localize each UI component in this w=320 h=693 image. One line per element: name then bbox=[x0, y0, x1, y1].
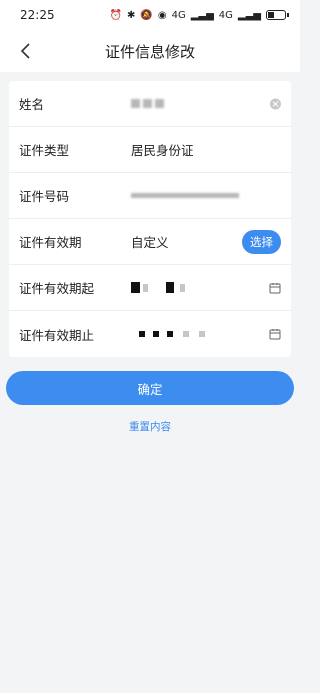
row-label: 姓名 bbox=[19, 97, 45, 112]
id-number-input[interactable] bbox=[131, 193, 281, 198]
back-button[interactable] bbox=[16, 42, 34, 60]
bluetooth-icon: ✱ bbox=[127, 9, 136, 21]
nav-bar: 证件信息修改 bbox=[0, 30, 300, 72]
row-id-type[interactable]: 证件类型 居民身份证 bbox=[9, 127, 291, 173]
row-validity-end[interactable]: 证件有效期止 bbox=[9, 311, 291, 357]
row-id-number[interactable]: 证件号码 bbox=[9, 173, 291, 219]
battery-icon bbox=[266, 10, 289, 20]
choose-button[interactable]: 选择 bbox=[242, 229, 281, 254]
row-label: 证件有效期起 bbox=[19, 281, 95, 296]
clear-icon[interactable] bbox=[270, 98, 281, 109]
network-2: 4G bbox=[218, 9, 233, 21]
network-1: 4G bbox=[171, 9, 186, 21]
row-label: 证件有效期止 bbox=[19, 327, 95, 343]
alarm-icon: ⏰ bbox=[109, 9, 123, 21]
status-icons: ⏰ ✱ 🔕 ◉ 4G ▂▃▅ 4G ▂▃▅ bbox=[109, 9, 289, 21]
signal-icon: ▂▃▅ bbox=[237, 9, 261, 21]
signal-icon: ▂▃▅ bbox=[190, 9, 214, 21]
validity-start-input[interactable] bbox=[131, 282, 281, 293]
validity-end-input[interactable] bbox=[131, 331, 281, 337]
row-label: 证件号码 bbox=[19, 189, 70, 204]
hotspot-icon: ◉ bbox=[157, 9, 167, 21]
id-info-form: 姓名 证件类型 居民身份证 证件号码 证件有效期 自定义 选择 证件有效期起 证… bbox=[9, 81, 291, 357]
page-title: 证件信息修改 bbox=[104, 42, 195, 61]
row-validity-start[interactable]: 证件有效期起 bbox=[9, 265, 291, 311]
status-time: 22:25 bbox=[20, 8, 55, 22]
row-name[interactable]: 姓名 bbox=[9, 81, 291, 127]
row-validity[interactable]: 证件有效期 自定义 选择 bbox=[9, 219, 291, 265]
row-label: 证件有效期 bbox=[19, 235, 82, 250]
confirm-button[interactable]: 确定 bbox=[6, 371, 294, 405]
row-label: 证件类型 bbox=[19, 143, 70, 158]
reset-link[interactable]: 重置内容 bbox=[0, 419, 300, 434]
name-input[interactable] bbox=[131, 99, 281, 108]
mute-icon: 🔕 bbox=[140, 9, 153, 21]
status-bar: 22:25 ⏰ ✱ 🔕 ◉ 4G ▂▃▅ 4G ▂▃▅ bbox=[0, 0, 300, 30]
calendar-icon[interactable] bbox=[269, 328, 281, 340]
id-type-value: 居民身份证 bbox=[131, 143, 194, 158]
chevron-left-icon bbox=[20, 43, 30, 59]
calendar-icon[interactable] bbox=[269, 282, 281, 294]
